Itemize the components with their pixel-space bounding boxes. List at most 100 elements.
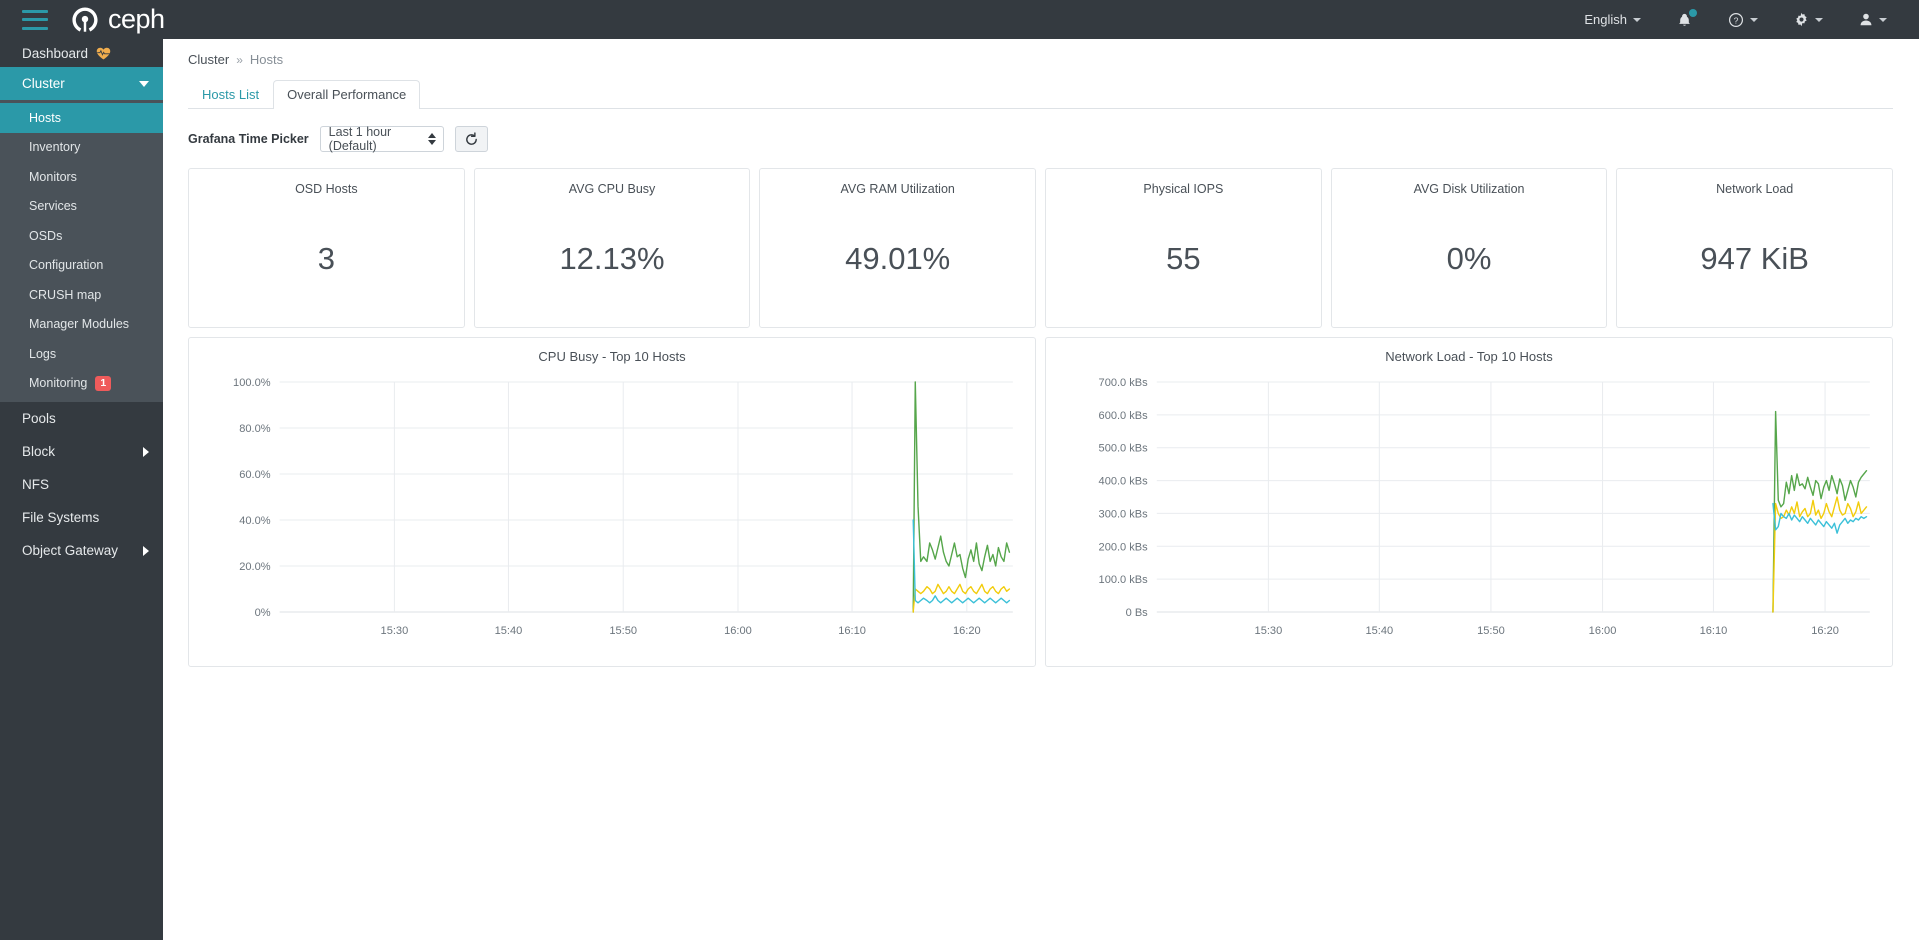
main-content: Cluster » Hosts Hosts List Overall Perfo… [163, 39, 1919, 940]
ceph-logo[interactable]: ceph [70, 4, 165, 35]
x-axis-tick-label: 15:30 [381, 625, 409, 637]
breadcrumb-root[interactable]: Cluster [188, 52, 229, 67]
top-navigation-bar: ceph English ? [0, 0, 1919, 39]
chevron-right-icon [143, 446, 149, 457]
cpu-busy-chart[interactable]: 0% 20.0% 40.0% 60.0% 80.0% 100.0% 15:30 15:40 15… [189, 364, 1035, 654]
sidebar-group-cluster[interactable]: Cluster [0, 67, 163, 100]
y-axis-tick-label: 200.0 kBs [1099, 541, 1149, 553]
sidebar-group-object-gateway[interactable]: Object Gateway [0, 534, 163, 567]
x-axis-tick-label: 16:20 [1811, 625, 1839, 637]
x-axis-tick-label: 15:40 [1365, 625, 1393, 637]
stat-card-value: 12.13% [559, 240, 665, 276]
top-right-controls: English ? [1566, 0, 1919, 39]
sidebar-item-label: Pools [22, 411, 56, 426]
chart-title: CPU Busy - Top 10 Hosts [538, 349, 686, 364]
sidebar-item-pools[interactable]: Pools [0, 402, 163, 435]
notification-indicator-dot [1689, 9, 1697, 17]
sidebar-item-osds[interactable]: OSDs [0, 221, 163, 251]
spinner-arrows-icon [427, 133, 436, 145]
sidebar-item-label: OSDs [29, 228, 63, 243]
stat-card-title: Network Load [1716, 182, 1794, 196]
sidebar-group-label: Object Gateway [22, 543, 119, 558]
chart-row: CPU Busy - Top 10 Hosts 0% 20.0% 40.0% 60.0… [188, 337, 1893, 667]
sidebar-item-logs[interactable]: Logs [0, 339, 163, 369]
y-axis-tick-label: 0 Bs [1126, 607, 1149, 619]
chart-series-line [1772, 502, 1868, 534]
x-axis-tick-label: 15:40 [495, 625, 523, 637]
sidebar-item-label: File Systems [22, 510, 100, 525]
language-selector[interactable]: English [1566, 0, 1659, 39]
time-range-select[interactable]: Last 1 hour (Default) [319, 125, 444, 153]
hamburger-icon[interactable] [22, 9, 48, 30]
gear-icon [1796, 12, 1807, 27]
chart-series-line [1772, 496, 1868, 613]
chevron-down-icon [1879, 17, 1887, 22]
y-axis-tick-label: 300.0 kBs [1099, 508, 1149, 520]
sidebar-navigation: Dashboard Cluster Hosts Inventory Monito… [0, 39, 163, 940]
sidebar-submenu-cluster: Hosts Inventory Monitors Services OSDs C… [0, 100, 163, 402]
tab-overall-performance[interactable]: Overall Performance [273, 80, 421, 109]
sidebar-group-label: Cluster [22, 76, 65, 91]
sidebar-item-label: Logs [29, 346, 57, 361]
user-icon [1860, 13, 1872, 26]
network-load-chart[interactable]: 0 Bs 100.0 kBs 200.0 kBs 300.0 kBs 400.0 kBs… [1046, 364, 1892, 654]
stat-card-network-load: Network Load 947 KiB [1616, 168, 1894, 328]
time-picker-label: Grafana Time Picker [188, 132, 309, 146]
stat-card-value: 0% [1446, 240, 1492, 276]
refresh-ccw-icon [465, 131, 477, 145]
y-axis-tick-label: 40.0% [239, 515, 271, 527]
notifications-button[interactable] [1659, 0, 1710, 39]
sidebar-item-label: Dashboard [22, 45, 89, 61]
y-axis-tick-label: 700.0 kBs [1099, 377, 1149, 389]
chart-series-line [912, 583, 1011, 613]
status-badge: 1 [95, 375, 112, 391]
tab-bar: Hosts List Overall Performance [188, 80, 1893, 109]
y-axis-tick-label: 100.0 kBs [1099, 574, 1149, 586]
sidebar-item-nfs[interactable]: NFS [0, 468, 163, 501]
time-range-value: Last 1 hour (Default) [328, 125, 392, 153]
sidebar-group-block[interactable]: Block [0, 435, 163, 468]
sidebar-item-label: Monitors [29, 169, 77, 184]
sidebar-item-label: Configuration [29, 258, 104, 273]
y-axis-tick-label: 20.0% [239, 561, 271, 573]
x-axis-tick-label: 15:30 [1255, 625, 1283, 637]
breadcrumb-separator: » [236, 52, 243, 67]
sidebar-item-label: Inventory [29, 140, 81, 155]
sidebar-item-label: Monitoring [29, 376, 88, 391]
sidebar-item-inventory[interactable]: Inventory [0, 133, 163, 163]
sidebar-item-hosts[interactable]: Hosts [0, 103, 163, 133]
chart-series-line [912, 381, 1011, 613]
chevron-right-icon [143, 545, 149, 556]
sidebar-item-crush-map[interactable]: CRUSH map [0, 280, 163, 310]
refresh-button[interactable] [454, 126, 488, 152]
x-axis-tick-label: 15:50 [609, 625, 637, 637]
y-axis-tick-label: 60.0% [239, 469, 271, 481]
help-menu[interactable]: ? [1710, 0, 1776, 39]
sidebar-item-configuration[interactable]: Configuration [0, 251, 163, 281]
chart-title: Network Load - Top 10 Hosts [1385, 349, 1553, 364]
stat-card-osd-hosts: OSD Hosts 3 [188, 168, 465, 328]
sidebar-item-file-systems[interactable]: File Systems [0, 501, 163, 534]
chevron-down-icon [1633, 17, 1641, 22]
x-axis-tick-label: 16:20 [953, 625, 981, 637]
settings-menu[interactable] [1776, 0, 1841, 39]
ceph-mark-icon [72, 6, 98, 32]
stat-card-avg-ram-utilization: AVG RAM Utilization 49.01% [759, 168, 1037, 328]
sidebar-item-services[interactable]: Services [0, 192, 163, 222]
tab-hosts-list[interactable]: Hosts List [188, 80, 273, 109]
x-axis-tick-label: 16:10 [838, 625, 866, 637]
user-menu[interactable] [1841, 0, 1905, 39]
svg-text:?: ? [1734, 15, 1739, 25]
stat-card-value: 3 [317, 240, 335, 276]
y-axis-tick-label: 100.0% [233, 377, 271, 389]
chevron-down-icon [1750, 17, 1758, 22]
y-axis-tick-label: 600.0 kBs [1099, 410, 1149, 422]
y-axis-tick-label: 400.0 kBs [1099, 476, 1149, 488]
sidebar-item-monitoring[interactable]: Monitoring 1 [0, 369, 163, 399]
sidebar-item-dashboard[interactable]: Dashboard [0, 39, 163, 67]
grafana-time-picker-row: Grafana Time Picker Last 1 hour (Default… [188, 125, 1919, 153]
stat-card-row: OSD Hosts 3 AVG CPU Busy 12.13% AVG RAM … [188, 168, 1894, 328]
sidebar-item-label: NFS [22, 477, 49, 492]
sidebar-item-monitors[interactable]: Monitors [0, 162, 163, 192]
sidebar-item-manager-modules[interactable]: Manager Modules [0, 310, 163, 340]
